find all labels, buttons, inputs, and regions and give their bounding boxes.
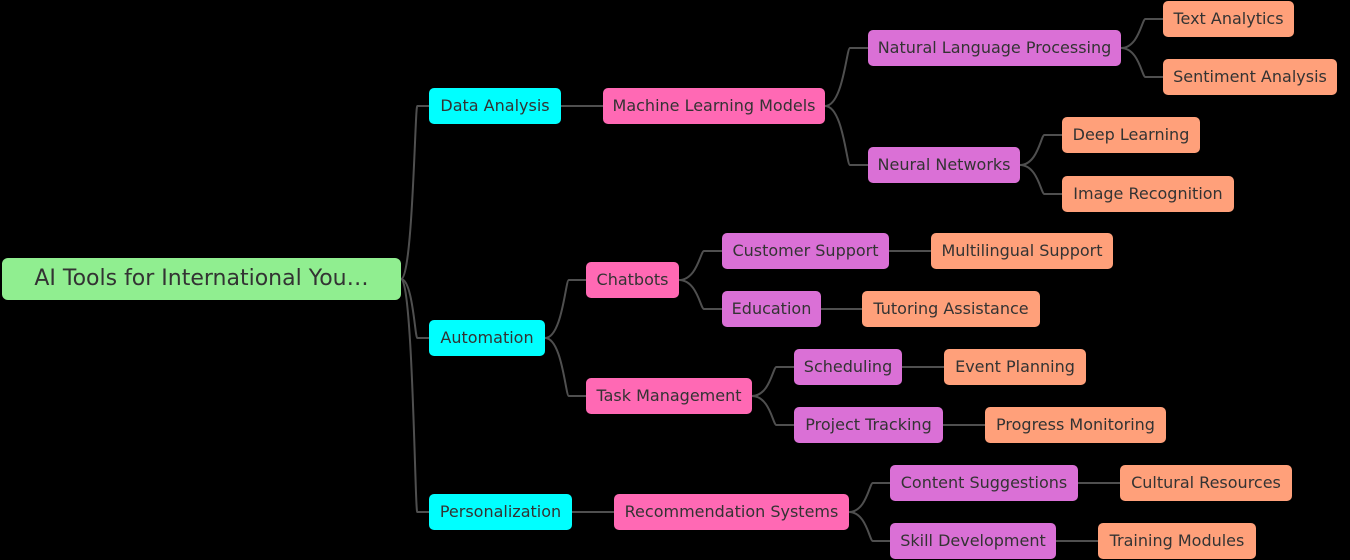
mindmap-edge-machine-learning-models-to-neural-networks [824,105,869,166]
mindmap-edge-natural-language-processing-to-sentiment-analysis [1120,47,1164,78]
mindmap-edge-machine-learning-models-to-natural-language-processing [824,47,869,107]
mindmap-node-task-management[interactable]: Task Management [586,378,752,414]
mindmap-edge-natural-language-processing-to-text-analytics [1120,18,1164,49]
mindmap-node-progress-monitoring[interactable]: Progress Monitoring [985,407,1166,443]
mindmap-node-machine-learning-models[interactable]: Machine Learning Models [603,88,825,124]
mindmap-node-root[interactable]: AI Tools for International You… [2,258,401,300]
mindmap-node-scheduling[interactable]: Scheduling [794,349,902,385]
mindmap-node-training-modules[interactable]: Training Modules [1098,523,1256,559]
mindmap-node-content-suggestions[interactable]: Content Suggestions [890,465,1078,501]
mindmap-node-multilingual-support[interactable]: Multilingual Support [931,233,1113,269]
mindmap-edge-automation-to-chatbots [544,279,587,339]
mindmap-edge-root-to-personalization [400,278,430,513]
mind-map-canvas: AI Tools for International You… Data Anal… [0,0,1350,560]
mindmap-edge-chatbots-to-customer-support [678,250,723,281]
mindmap-node-recommendation-systems[interactable]: Recommendation Systems [614,494,849,530]
mindmap-node-image-recognition[interactable]: Image Recognition [1062,176,1234,212]
mindmap-node-deep-learning[interactable]: Deep Learning [1062,117,1200,153]
mindmap-node-customer-support[interactable]: Customer Support [722,233,889,269]
mindmap-edge-chatbots-to-education [678,279,723,310]
mindmap-node-cultural-resources[interactable]: Cultural Resources [1120,465,1292,501]
mindmap-edge-task-management-to-scheduling [751,366,795,397]
mindmap-node-education[interactable]: Education [722,291,821,327]
mindmap-edge-neural-networks-to-deep-learning [1019,134,1063,166]
mindmap-edge-root-to-automation [400,278,430,339]
mindmap-edge-recommendation-systems-to-content-suggestions [848,482,891,513]
mindmap-node-skill-development[interactable]: Skill Development [890,523,1056,559]
mindmap-node-sentiment-analysis[interactable]: Sentiment Analysis [1163,59,1337,95]
mindmap-node-event-planning[interactable]: Event Planning [944,349,1086,385]
mindmap-edge-automation-to-task-management [544,337,587,397]
mindmap-node-neural-networks[interactable]: Neural Networks [868,147,1020,183]
mindmap-edge-task-management-to-project-tracking [751,395,795,426]
mindmap-edge-recommendation-systems-to-skill-development [848,511,891,542]
mindmap-node-personalization[interactable]: Personalization [429,494,572,530]
mindmap-node-automation[interactable]: Automation [429,320,545,356]
mindmap-node-tutoring-assistance[interactable]: Tutoring Assistance [862,291,1040,327]
mindmap-node-project-tracking[interactable]: Project Tracking [794,407,943,443]
mindmap-node-text-analytics[interactable]: Text Analytics [1163,1,1294,37]
mindmap-node-data-analysis[interactable]: Data Analysis [429,88,561,124]
mindmap-node-natural-language-processing[interactable]: Natural Language Processing [868,30,1121,66]
mindmap-edge-root-to-data-analysis [400,105,430,280]
mindmap-node-chatbots[interactable]: Chatbots [586,262,679,298]
mindmap-edge-neural-networks-to-image-recognition [1019,164,1063,195]
